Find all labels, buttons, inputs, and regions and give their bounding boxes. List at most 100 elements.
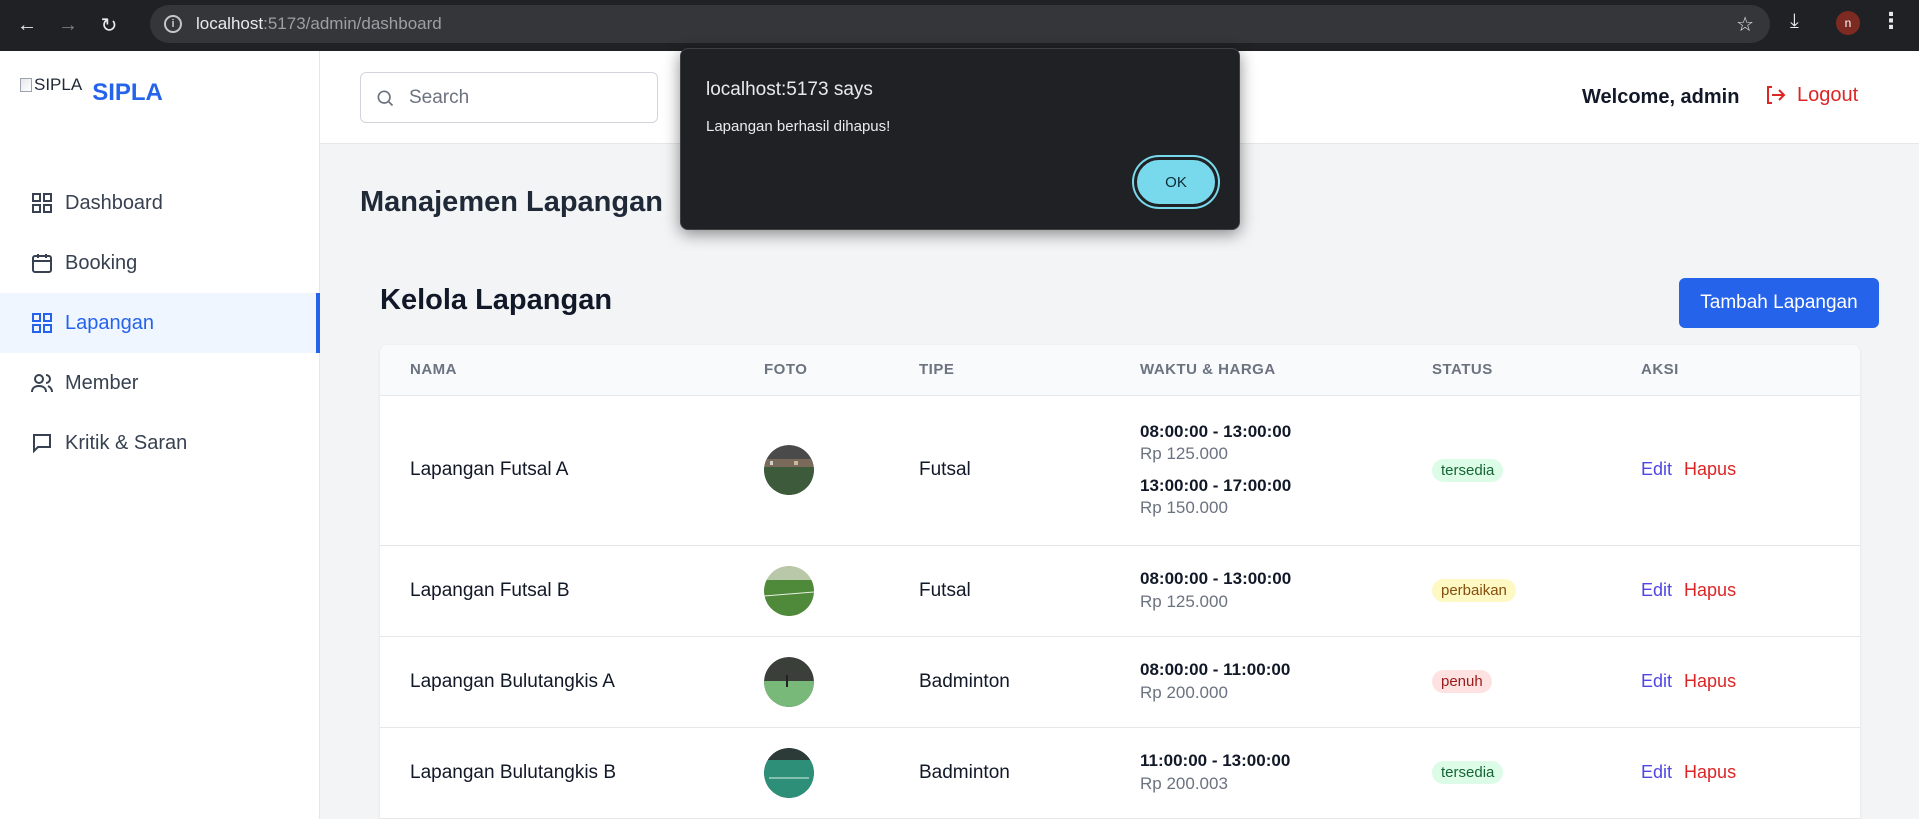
- time-slot: 13:00:00 - 17:00:00 Rp 150.000: [1140, 475, 1432, 519]
- edit-button[interactable]: Edit: [1641, 580, 1672, 600]
- cell-nama: Lapangan Futsal A: [380, 395, 764, 546]
- add-lapangan-button[interactable]: Tambah Lapangan: [1679, 278, 1879, 328]
- time-slot: 11:00:00 - 13:00:00 Rp 200.003: [1140, 750, 1432, 794]
- delete-button[interactable]: Hapus: [1684, 671, 1736, 691]
- table-row: Lapangan Futsal A Futsal 08:00:00 - 13:0…: [380, 395, 1860, 546]
- cell-foto: [764, 727, 919, 819]
- cell-nama: Lapangan Bulutangkis B: [380, 727, 764, 819]
- cell-status: tersedia: [1432, 395, 1641, 546]
- cell-waktu-harga: 08:00:00 - 13:00:00 Rp 125.000: [1140, 545, 1432, 637]
- edit-button[interactable]: Edit: [1641, 762, 1672, 782]
- card-title: Kelola Lapangan: [380, 284, 613, 316]
- cell-nama: Lapangan Bulutangkis A: [380, 636, 764, 728]
- sidebar-item-dashboard[interactable]: Dashboard: [0, 173, 320, 233]
- sidebar-item-label: Dashboard: [65, 191, 163, 214]
- site-info-icon[interactable]: i: [164, 15, 182, 33]
- table-row: Lapangan Bulutangkis A Badminton 08:00:0…: [380, 636, 1860, 728]
- column-header-waktu-harga: WAKTU & HARGA: [1140, 345, 1432, 396]
- slot-time: 13:00:00 - 17:00:00: [1140, 476, 1292, 495]
- cell-waktu-harga: 11:00:00 - 13:00:00 Rp 200.003: [1140, 727, 1432, 819]
- field-photo-thumbnail: [764, 445, 814, 495]
- logo[interactable]: SIPLA SIPLA: [20, 75, 163, 107]
- logo-image: SIPLA: [20, 75, 82, 95]
- cell-foto: [764, 395, 919, 546]
- dialog-message: Lapangan berhasil dihapus!: [706, 118, 891, 135]
- column-header-tipe: TIPE: [919, 345, 1140, 396]
- users-icon: [30, 371, 54, 395]
- sidebar-item-member[interactable]: Member: [0, 353, 320, 413]
- slot-time: 11:00:00 - 13:00:00: [1140, 751, 1291, 771]
- url-text[interactable]: localhost:5173/admin/dashboard: [196, 14, 442, 34]
- sidebar-item-label: Lapangan: [65, 311, 154, 334]
- welcome-text: Welcome, admin: [1582, 86, 1740, 108]
- browser-menu-icon[interactable]: ⋮: [1880, 8, 1902, 34]
- sidebar-item-label: Member: [65, 371, 139, 394]
- download-icon[interactable]: ⤓: [1790, 10, 1799, 33]
- sidebar-item-label: Booking: [65, 251, 138, 274]
- field-photo-thumbnail: [764, 747, 814, 798]
- table-header-row: NAMA FOTO TIPE WAKTU & HARGA STATUS AKSI: [380, 345, 1860, 396]
- cell-foto: [764, 636, 919, 728]
- dialog-title: localhost:5173 says: [706, 79, 873, 100]
- calendar-icon: [30, 251, 54, 275]
- cell-tipe: Badminton: [919, 727, 1140, 819]
- sidebar-item-kritik-saran[interactable]: Kritik & Saran: [0, 413, 320, 473]
- cell-tipe: Futsal: [919, 545, 1140, 637]
- status-badge: penuh: [1432, 670, 1492, 693]
- lapangan-table: NAMA FOTO TIPE WAKTU & HARGA STATUS AKSI…: [380, 345, 1860, 819]
- back-arrow-icon[interactable]: ←: [9, 8, 45, 44]
- main-content: Manajemen Lapangan Kelola Lapangan Tamba…: [320, 144, 1919, 819]
- sidebar-item-lapangan[interactable]: Lapangan: [0, 293, 320, 353]
- url-host: localhost: [196, 14, 264, 33]
- address-bar[interactable]: i localhost:5173/admin/dashboard ☆: [150, 5, 1770, 43]
- url-path: :5173/admin/dashboard: [263, 14, 442, 33]
- column-header-foto: FOTO: [764, 345, 919, 396]
- slot-price: Rp 150.000: [1140, 498, 1228, 518]
- reload-icon[interactable]: ↻: [91, 8, 127, 44]
- search-input[interactable]: [409, 86, 639, 109]
- slot-time: 08:00:00 - 11:00:00: [1140, 660, 1291, 680]
- sidebar-item-booking[interactable]: Booking: [0, 233, 320, 293]
- column-header-nama: NAMA: [380, 345, 764, 396]
- slot-price: Rp 125.000: [1140, 591, 1228, 611]
- status-badge: tersedia: [1432, 761, 1504, 784]
- table-row: Lapangan Futsal B Futsal 08:00:00 - 13:0…: [380, 545, 1860, 637]
- field-photo-thumbnail: [764, 565, 814, 616]
- sidebar-menu: Dashboard Booking Lapangan Member Kritik…: [0, 173, 320, 473]
- logo-alt-text: SIPLA: [34, 75, 83, 94]
- delete-button[interactable]: Hapus: [1684, 459, 1736, 479]
- grid-icon: [30, 311, 54, 335]
- cell-status: penuh: [1432, 636, 1641, 728]
- ok-button[interactable]: OK: [1134, 157, 1218, 207]
- profile-avatar[interactable]: n: [1836, 11, 1860, 35]
- logout-button[interactable]: Logout: [1763, 83, 1858, 107]
- slot-time: 08:00:00 - 13:00:00: [1140, 569, 1292, 589]
- slot-price: Rp 125.000: [1140, 443, 1228, 463]
- sidebar: SIPLA SIPLA Dashboard Booking Lapangan M…: [0, 51, 320, 819]
- cell-tipe: Badminton: [919, 636, 1140, 728]
- column-header-status: STATUS: [1432, 345, 1641, 396]
- edit-button[interactable]: Edit: [1641, 459, 1672, 479]
- bookmark-star-icon[interactable]: ☆: [1736, 12, 1754, 37]
- cell-waktu-harga: 08:00:00 - 13:00:00 Rp 125.000 13:00:00 -…: [1140, 395, 1432, 546]
- status-badge: perbaikan: [1432, 579, 1516, 602]
- delete-button[interactable]: Hapus: [1684, 580, 1736, 600]
- search-box[interactable]: [360, 72, 658, 123]
- field-photo-thumbnail: [764, 656, 814, 707]
- cell-status: tersedia: [1432, 727, 1641, 819]
- cell-nama: Lapangan Futsal B: [380, 545, 764, 637]
- edit-button[interactable]: Edit: [1641, 671, 1672, 691]
- chat-icon: [30, 431, 54, 455]
- status-badge: tersedia: [1432, 458, 1504, 482]
- cell-aksi: Edit Hapus: [1641, 727, 1860, 819]
- delete-button[interactable]: Hapus: [1684, 762, 1736, 782]
- alert-dialog: localhost:5173 says Lapangan berhasil di…: [680, 48, 1240, 230]
- table-row: Lapangan Bulutangkis B Badminton 11:00:0…: [380, 727, 1860, 819]
- cell-aksi: Edit Hapus: [1641, 395, 1860, 546]
- time-slot: 08:00:00 - 13:00:00 Rp 125.000: [1140, 568, 1432, 612]
- forward-arrow-icon[interactable]: →: [50, 8, 86, 44]
- sidebar-item-label: Kritik & Saran: [65, 431, 188, 454]
- logout-icon: [1767, 86, 1786, 104]
- slot-time: 08:00:00 - 13:00:00: [1140, 421, 1292, 441]
- cell-aksi: Edit Hapus: [1641, 636, 1860, 728]
